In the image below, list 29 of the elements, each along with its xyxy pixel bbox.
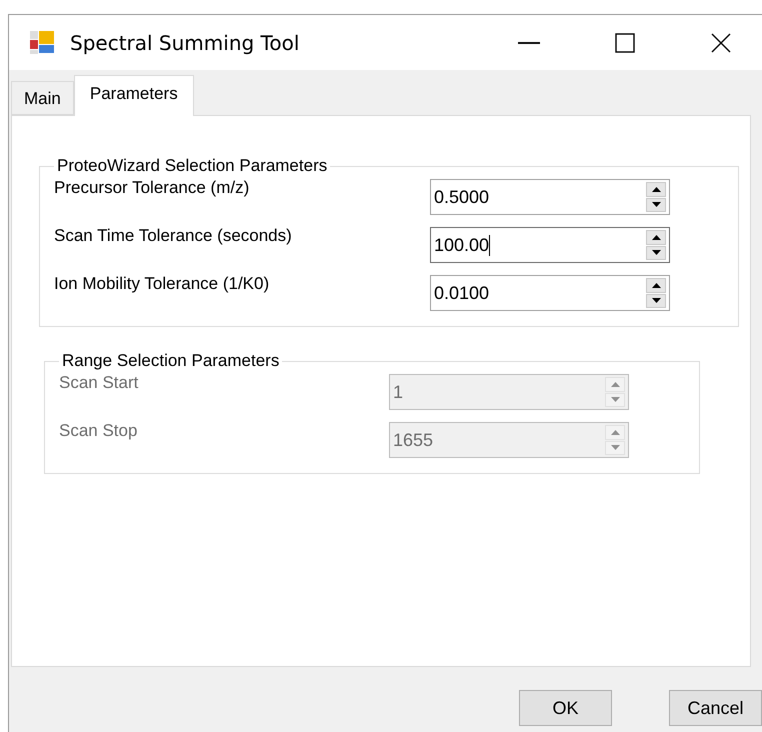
app-icon — [30, 30, 56, 54]
field-label: Scan Start — [59, 373, 140, 393]
field-label: Ion Mobility Tolerance (1/K0) — [54, 274, 270, 294]
field-label: Precursor Tolerance (m/z) — [54, 178, 250, 198]
down-arrow-icon — [610, 445, 620, 450]
tab[interactable]: Main — [11, 81, 74, 115]
up-arrow-icon — [610, 430, 620, 435]
number-field[interactable]: 0.0100 — [430, 275, 670, 311]
ok-button[interactable]: OK — [519, 690, 612, 726]
close-icon — [711, 32, 731, 52]
tab[interactable]: Parameters — [74, 75, 194, 116]
group-title: ProteoWizard Selection Parameters — [56, 156, 328, 176]
up-arrow-icon — [652, 186, 660, 192]
group-title: Range Selection Parameters — [61, 351, 280, 371]
up-arrow-icon — [652, 234, 660, 240]
field-label: Scan Time Tolerance (seconds) — [54, 226, 293, 246]
down-arrow-icon — [652, 250, 660, 256]
up-arrow-icon — [652, 282, 660, 288]
maximize-icon — [615, 32, 635, 52]
field-label: Scan Stop — [59, 421, 138, 441]
down-arrow-icon — [652, 298, 660, 304]
down-arrow-icon — [610, 397, 620, 402]
cancel-button[interactable]: Cancel — [669, 690, 762, 726]
number-field[interactable]: 100.00 — [430, 227, 670, 263]
number-field[interactable]: 0.5000 — [430, 179, 670, 215]
minimize-icon — [518, 42, 540, 44]
down-arrow-icon — [652, 202, 660, 208]
window-title: Spectral Summing Tool — [70, 30, 300, 54]
up-arrow-icon — [610, 382, 620, 387]
